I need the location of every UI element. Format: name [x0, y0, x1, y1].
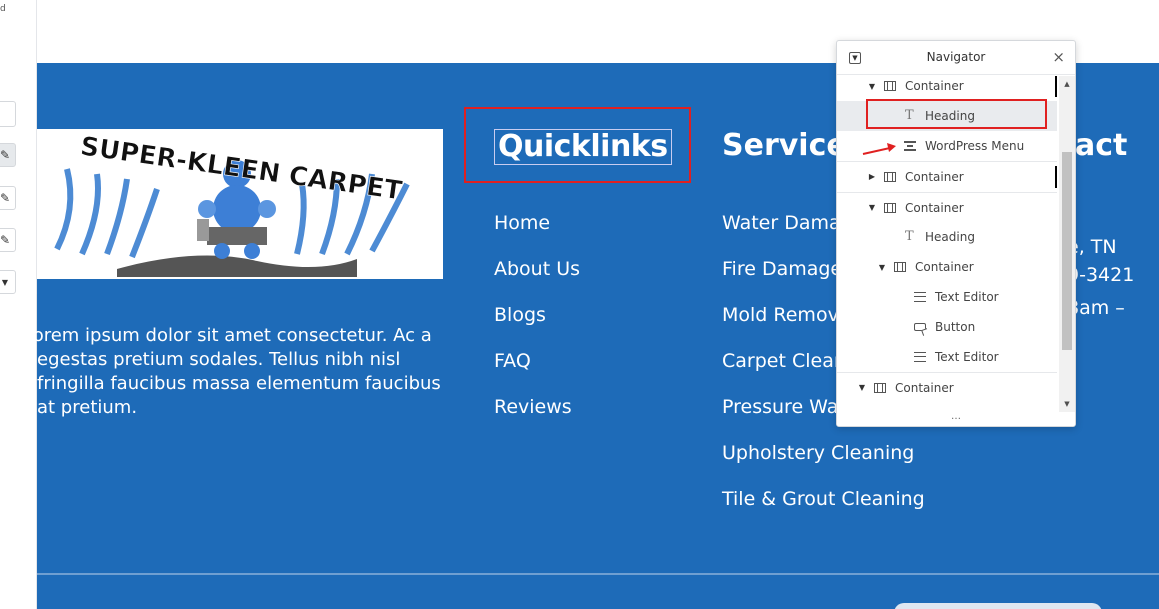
heading-icon — [904, 229, 916, 244]
menu-link-about-us[interactable]: About Us — [494, 257, 580, 303]
dropdown-arrow-icon[interactable]: ▼ — [0, 270, 16, 294]
container-icon — [884, 81, 896, 91]
text-editor-icon — [914, 292, 926, 302]
caret-down-icon[interactable]: ▼ — [857, 383, 867, 392]
navigator-item-container[interactable]: ▼ Container — [837, 76, 1057, 101]
annotation-highlight-box — [866, 99, 1047, 129]
footer-divider — [37, 573, 1159, 575]
navigator-item-label: Text Editor — [935, 290, 999, 304]
navigator-item-label: Container — [895, 380, 954, 395]
settings-panel: d ✎ ✎ ✎ ▼ — [0, 0, 37, 609]
settings-input[interactable] — [0, 101, 16, 127]
quicklinks-heading[interactable]: Quicklinks — [494, 129, 672, 165]
navigator-item-button[interactable]: Button — [837, 312, 1057, 342]
about-paragraph: Lorem ipsum dolor sit amet consectetur. … — [23, 325, 441, 418]
navigator-item-label: Container — [905, 79, 964, 93]
close-icon[interactable]: × — [1052, 49, 1065, 65]
contact-phone: 9-3421 — [1067, 264, 1135, 286]
menu-link-faq[interactable]: FAQ — [494, 349, 580, 395]
menu-link-home[interactable]: Home — [494, 211, 580, 257]
container-icon — [884, 202, 896, 213]
navigator-item-container[interactable]: ▼ Container — [837, 192, 1057, 222]
container-icon — [894, 262, 906, 272]
navigator-header: ▼ Navigator × — [837, 41, 1075, 75]
service-link[interactable]: Tile & Grout Cleaning — [722, 487, 925, 533]
caret-down-icon[interactable]: ▼ — [867, 203, 877, 212]
menu-link-blogs[interactable]: Blogs — [494, 303, 580, 349]
bottom-element[interactable] — [894, 603, 1102, 609]
menu-icon — [904, 141, 916, 151]
edit-pencil-icon[interactable]: ✎ — [0, 186, 16, 210]
navigator-item-label: Text Editor — [935, 350, 999, 364]
navigator-item-container[interactable]: ▼ Container — [837, 252, 1057, 282]
menu-link-reviews[interactable]: Reviews — [494, 395, 580, 441]
navigator-title: Navigator — [926, 50, 986, 64]
quicklinks-menu: Home About Us Blogs FAQ Reviews — [494, 211, 580, 441]
panel-text: d — [0, 4, 6, 14]
logo-graphic: SUPER-KLEEN CARPET — [37, 129, 443, 279]
scrollbar-thumb[interactable] — [1062, 152, 1072, 350]
navigator-item-text-editor[interactable]: Text Editor — [837, 342, 1057, 372]
navigator-item-container[interactable]: ▼ Container — [837, 372, 1057, 402]
scrollbar[interactable]: ▲ ▼ — [1059, 76, 1075, 412]
resize-handle[interactable]: … — [837, 412, 1075, 426]
caret-right-icon[interactable]: ▶ — [867, 172, 877, 181]
scroll-up-icon[interactable]: ▲ — [1059, 76, 1075, 92]
container-icon — [884, 171, 896, 182]
edit-pencil-icon[interactable]: ✎ — [0, 143, 16, 167]
annotation-arrow-icon — [862, 143, 896, 155]
drop-indicator — [1055, 166, 1057, 188]
service-link[interactable]: Upholstery Cleaning — [722, 441, 925, 487]
contact-heading[interactable]: act — [1075, 129, 1127, 163]
editor-canvas: d ✎ ✎ ✎ ▼ ‹ — [0, 0, 1159, 609]
text-editor-icon — [914, 352, 926, 362]
navigator-item-label: Container — [905, 169, 964, 184]
button-icon — [914, 323, 926, 331]
navigator-item-label: Button — [935, 320, 976, 334]
navigator-item-label: Container — [915, 260, 974, 274]
edit-pencil-icon[interactable]: ✎ — [0, 228, 16, 252]
caret-down-icon[interactable]: ▼ — [877, 263, 887, 272]
caret-down-icon[interactable]: ▼ — [867, 82, 877, 91]
navigator-item-container[interactable]: ▶ Container — [837, 161, 1057, 191]
drop-indicator — [1055, 76, 1057, 97]
navigator-item-label: Heading — [925, 230, 975, 244]
services-heading[interactable]: Service — [722, 129, 847, 163]
company-logo[interactable]: SUPER-KLEEN CARPET — [37, 129, 443, 279]
navigator-item-text-editor[interactable]: Text Editor — [837, 282, 1057, 312]
navigator-item-heading[interactable]: Heading — [837, 222, 1057, 252]
navigator-item-label: Container — [905, 200, 964, 215]
container-icon — [874, 382, 886, 393]
navigator-item-label: WordPress Menu — [925, 139, 1025, 153]
scroll-down-icon[interactable]: ▼ — [1059, 396, 1075, 412]
